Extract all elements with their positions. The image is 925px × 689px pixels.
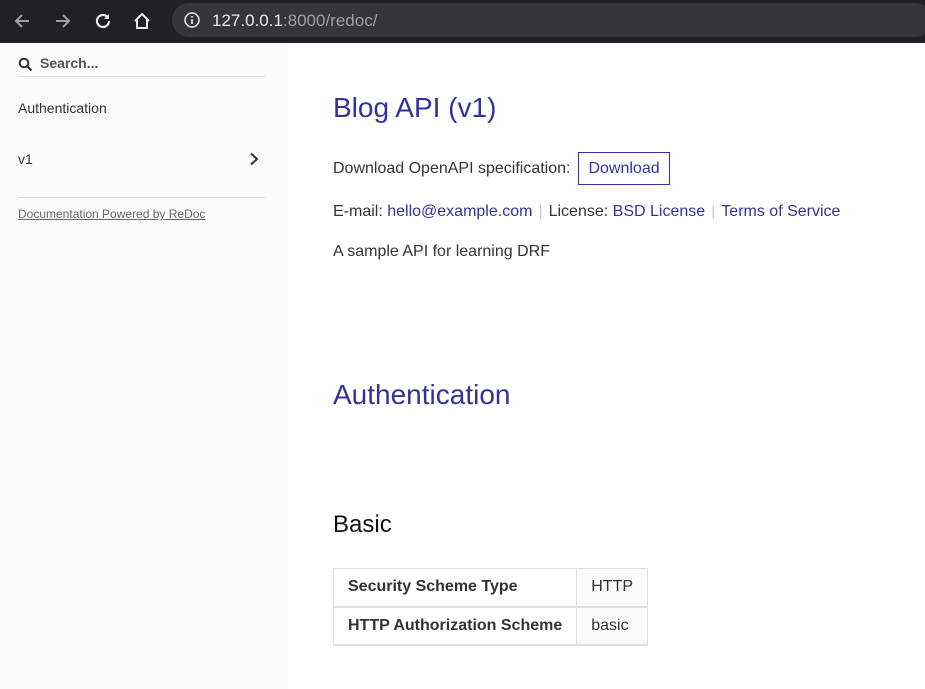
sidebar-divider bbox=[18, 197, 265, 198]
search-input[interactable] bbox=[40, 53, 260, 73]
reload-button[interactable] bbox=[90, 8, 116, 34]
back-icon bbox=[14, 14, 29, 28]
back-button[interactable] bbox=[9, 8, 35, 34]
forward-icon bbox=[56, 14, 71, 28]
download-row: Download OpenAPI specification: Download bbox=[333, 152, 670, 185]
url-path: :8000/redoc/ bbox=[282, 11, 378, 30]
terms-link[interactable]: Terms of Service bbox=[721, 203, 840, 220]
sidebar-item-label: v1 bbox=[18, 151, 33, 167]
table-value: basic bbox=[576, 606, 649, 645]
license-label: License: bbox=[548, 203, 609, 220]
table-row: Security Scheme Type HTTP bbox=[332, 568, 649, 607]
table-value: HTTP bbox=[576, 568, 649, 607]
info-icon[interactable] bbox=[184, 12, 200, 28]
search-icon bbox=[18, 57, 33, 72]
chevron-right-icon bbox=[250, 152, 259, 166]
email-link[interactable]: hello@example.com bbox=[387, 203, 532, 220]
scheme-title: Basic bbox=[333, 511, 392, 538]
download-button[interactable]: Download bbox=[578, 152, 670, 185]
info-separator: | bbox=[711, 203, 716, 220]
sidebar-item-label: Authentication bbox=[18, 100, 107, 116]
api-description: A sample API for learning DRF bbox=[333, 243, 550, 260]
table-row: HTTP Authorization Scheme basic bbox=[332, 606, 649, 645]
url-text[interactable]: 127.0.0.1:8000/redoc/ bbox=[212, 11, 377, 31]
table-key: Security Scheme Type bbox=[332, 568, 578, 607]
home-icon bbox=[134, 13, 150, 29]
table-key: HTTP Authorization Scheme bbox=[332, 606, 578, 645]
url-host: 127.0.0.1 bbox=[212, 11, 283, 30]
browser-toolbar: 127.0.0.1:8000/redoc/ bbox=[0, 0, 925, 43]
reload-icon bbox=[95, 13, 111, 29]
sidebar-item-v1[interactable]: v1 bbox=[18, 148, 268, 170]
section-title-authentication: Authentication bbox=[333, 379, 511, 410]
powered-by-link[interactable]: Documentation Powered by ReDoc bbox=[18, 207, 205, 221]
download-label: Download OpenAPI specification: bbox=[333, 159, 571, 177]
security-scheme-table: Security Scheme Type HTTP HTTP Authoriza… bbox=[332, 568, 649, 646]
home-button[interactable] bbox=[129, 8, 155, 34]
sidebar: Authentication v1 Documentation Powered … bbox=[0, 43, 288, 689]
main-content: Blog API (v1) Download OpenAPI specifica… bbox=[288, 43, 925, 689]
api-title: Blog API (v1) bbox=[333, 92, 497, 123]
forward-button[interactable] bbox=[50, 8, 76, 34]
api-info: E-mail: hello@example.com | License: BSD L… bbox=[333, 203, 840, 221]
address-bar[interactable]: 127.0.0.1:8000/redoc/ bbox=[172, 3, 925, 37]
info-separator: | bbox=[538, 203, 543, 220]
license-link[interactable]: BSD License bbox=[613, 203, 706, 220]
search-box bbox=[18, 51, 265, 77]
email-label: E-mail: bbox=[333, 203, 383, 220]
sidebar-item-authentication[interactable]: Authentication bbox=[18, 97, 268, 119]
